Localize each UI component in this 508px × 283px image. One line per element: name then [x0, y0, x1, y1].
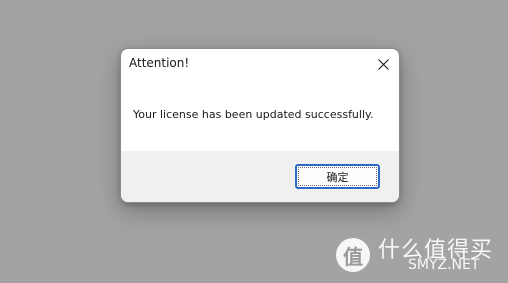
watermark-logo-icon: 值: [336, 238, 370, 272]
watermark: 值 什么值得买 SMYZ.NET: [336, 236, 506, 278]
license-dialog: Attention! Your license has been updated…: [120, 48, 400, 203]
dialog-message: Your license has been updated successful…: [133, 108, 374, 121]
dialog-title: Attention!: [129, 56, 190, 70]
dialog-titlebar[interactable]: Attention!: [121, 49, 399, 79]
close-button[interactable]: [373, 54, 393, 74]
dialog-footer: 确定: [121, 151, 399, 202]
dialog-content: Your license has been updated successful…: [121, 79, 399, 151]
ok-button[interactable]: 确定: [295, 164, 380, 189]
watermark-site-text: SMYZ.NET: [408, 257, 480, 273]
close-icon: [377, 58, 389, 70]
